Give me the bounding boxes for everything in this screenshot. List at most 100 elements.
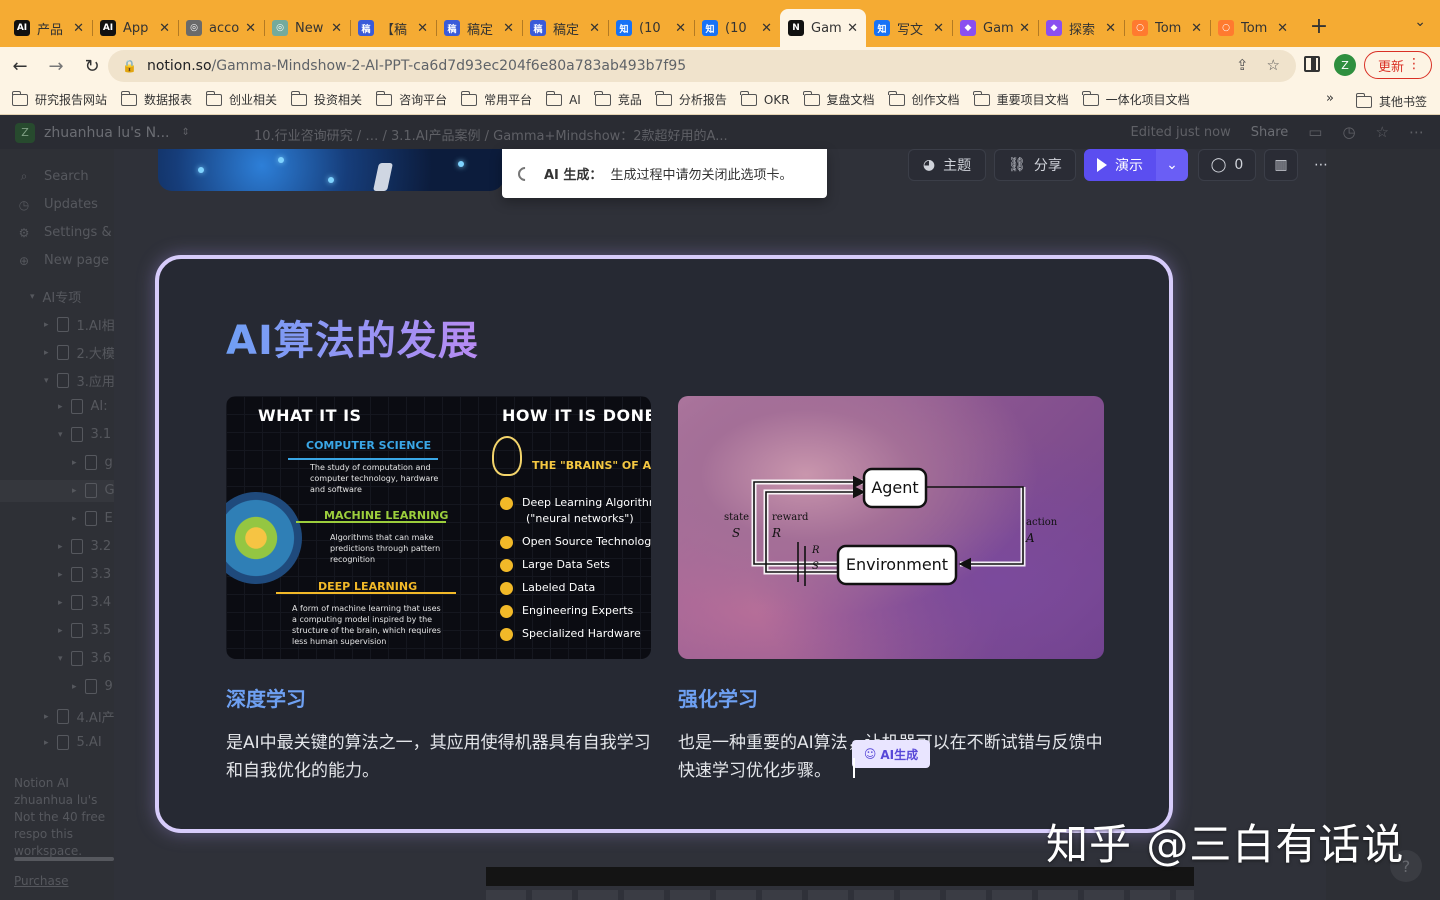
sidebar-page-item[interactable]: ▸ E: [72, 511, 113, 526]
workspace-name[interactable]: zhuanhua lu's N...: [44, 125, 170, 141]
chevron-down-icon[interactable]: ▾: [58, 430, 63, 440]
chevron-right-icon[interactable]: ▸: [58, 626, 63, 636]
browser-tab[interactable]: ○ Tom ✕: [1210, 9, 1296, 47]
analytics-button[interactable]: ▥: [1264, 149, 1298, 181]
favorite-star-icon[interactable]: ☆: [1376, 123, 1389, 141]
browser-tab[interactable]: 知 (10 ✕: [694, 9, 780, 47]
close-tab-icon[interactable]: ✕: [417, 21, 428, 36]
browser-tab[interactable]: ◎ New ✕: [264, 9, 350, 47]
browser-tab[interactable]: 稿稿定 ✕: [436, 9, 522, 47]
browser-tab[interactable]: 知 (10 ✕: [608, 9, 694, 47]
forward-button[interactable]: →: [40, 50, 72, 82]
chevron-right-icon[interactable]: ▸: [58, 542, 63, 552]
chevron-down-icon[interactable]: ▾: [30, 292, 35, 302]
address-bar[interactable]: 🔒 notion.so/Gamma-Mindshow-2-AI-PPT-ca6d…: [108, 50, 1296, 82]
bookmark-folder[interactable]: 研究报告网站: [11, 90, 107, 108]
browser-tab[interactable]: ◎ acco ✕: [178, 9, 264, 47]
sidebar-page-item[interactable]: ▾ 3.应用: [44, 371, 114, 390]
comments-button[interactable]: ◯ 0: [1198, 149, 1256, 181]
browser-tab[interactable]: AI 产品 ✕: [6, 9, 92, 47]
sidebar-page-item[interactable]: ▸ 1.AI相: [44, 315, 114, 334]
reinforcement-learning-diagram-image[interactable]: Agent Environment state S reward R actio…: [678, 396, 1104, 659]
chevron-right-icon[interactable]: ▸: [58, 570, 63, 580]
sidebar-page-item[interactable]: ▸ AI:: [58, 399, 108, 414]
sidebar-page-item[interactable]: ▸ 3.2: [58, 539, 111, 554]
close-tab-icon[interactable]: ✕: [1019, 21, 1030, 36]
update-button[interactable]: 更新 ⋮: [1364, 51, 1432, 79]
browser-tab[interactable]: AI App ✕: [92, 9, 178, 47]
left-heading[interactable]: 深度学习: [226, 683, 306, 712]
reload-button[interactable]: ↻: [76, 50, 108, 82]
close-tab-icon[interactable]: ✕: [1191, 21, 1202, 36]
new-tab-button[interactable]: +: [1302, 10, 1336, 44]
close-tab-icon[interactable]: ✕: [1277, 21, 1288, 36]
history-icon[interactable]: ◷: [1342, 123, 1355, 141]
browser-tab[interactable]: 知写文 ✕: [866, 9, 952, 47]
present-dropdown-button[interactable]: ⌄: [1156, 149, 1188, 181]
bookmark-folder[interactable]: 常用平台: [460, 90, 532, 108]
sidebar-page-item[interactable]: ▸ 5.AI: [44, 735, 102, 750]
sidebar-page-item[interactable]: ▸ 3.5: [58, 623, 111, 638]
bookmark-folder[interactable]: AI: [545, 90, 581, 108]
browser-tab[interactable]: N Gam ✕: [780, 9, 866, 47]
more-options-icon[interactable]: ⋯: [1409, 123, 1424, 141]
close-tab-icon[interactable]: ✕: [933, 21, 944, 36]
bookmark-star-icon[interactable]: ☆: [1267, 56, 1280, 74]
sidebar-page-item[interactable]: ▸ G: [72, 483, 114, 498]
chevron-down-icon[interactable]: ▾: [58, 654, 63, 664]
sidebar-new-page[interactable]: ⊕ New page: [16, 253, 109, 268]
chevron-right-icon[interactable]: ▸: [72, 486, 77, 496]
bookmark-folder[interactable]: 投资相关: [290, 90, 362, 108]
chevron-right-icon[interactable]: ▸: [72, 514, 77, 524]
sidebar-search[interactable]: ⌕ Search: [16, 169, 89, 184]
purchase-link[interactable]: Purchase: [14, 874, 69, 888]
card-title[interactable]: AI算法的发展: [226, 308, 479, 366]
more-menu-icon[interactable]: ⋮: [1407, 56, 1421, 72]
close-tab-icon[interactable]: ✕: [331, 21, 342, 36]
chevron-right-icon[interactable]: ▸: [44, 320, 49, 330]
breadcrumb[interactable]: 10.行业咨询研究 / … / 3.1.AI产品案例 / Gamma+Minds…: [254, 125, 728, 144]
bookmark-folder[interactable]: 咨询平台: [375, 90, 447, 108]
other-bookmarks-folder[interactable]: 其他书签: [1355, 92, 1427, 110]
right-heading[interactable]: 强化学习: [678, 683, 758, 712]
bookmarks-overflow-icon[interactable]: »: [1326, 91, 1334, 106]
share-link[interactable]: Share: [1251, 125, 1289, 140]
sidebar-page-item[interactable]: ▸ 3.4: [58, 595, 111, 610]
browser-tab[interactable]: ◆ 探索 ✕: [1038, 9, 1124, 47]
sidebar-page-item[interactable]: ▸ 3.3: [58, 567, 111, 582]
close-tab-icon[interactable]: ✕: [847, 21, 858, 36]
share-button[interactable]: ⛓ 分享: [994, 149, 1076, 181]
close-tab-icon[interactable]: ✕: [761, 21, 772, 36]
ai-infographic-image[interactable]: WHAT IT IS HOW IT IS DONE COMPUTER SCIEN…: [226, 396, 651, 659]
chevron-right-icon[interactable]: ▸: [72, 458, 77, 468]
bookmark-folder[interactable]: 创作文档: [888, 90, 960, 108]
sidebar-page-item[interactable]: ▾ 3.6: [58, 651, 111, 666]
workspace-switcher-icon[interactable]: ⇕: [182, 127, 190, 138]
chevron-down-icon[interactable]: ▾: [44, 376, 49, 386]
left-paragraph[interactable]: 是AI中最关键的算法之一，其应用使得机器具有自我学习和自我优化的能力。: [226, 729, 656, 785]
chevron-right-icon[interactable]: ▸: [58, 402, 63, 412]
close-tab-icon[interactable]: ✕: [589, 21, 600, 36]
close-tab-icon[interactable]: ✕: [503, 21, 514, 36]
theme-button[interactable]: ◕ 主题: [908, 149, 986, 181]
bookmark-folder[interactable]: 分析报告: [655, 90, 727, 108]
close-tab-icon[interactable]: ✕: [675, 21, 686, 36]
close-tab-icon[interactable]: ✕: [1105, 21, 1116, 36]
bookmark-folder[interactable]: 复盘文档: [803, 90, 875, 108]
chevron-right-icon[interactable]: ▸: [44, 738, 49, 748]
back-button[interactable]: ←: [4, 50, 36, 82]
bookmark-folder[interactable]: 创业相关: [205, 90, 277, 108]
sidebar-updates[interactable]: ◷ Updates: [16, 197, 98, 212]
chevron-right-icon[interactable]: ▸: [44, 348, 49, 358]
sidebar-page-item[interactable]: ▾ 3.1: [58, 427, 111, 442]
chevron-right-icon[interactable]: ▸: [72, 682, 77, 692]
sidebar-page-item[interactable]: ▸ 9: [72, 679, 113, 694]
bookmark-folder[interactable]: 重要项目文档: [973, 90, 1069, 108]
bookmark-folder[interactable]: 竞品: [594, 90, 642, 108]
bookmark-folder[interactable]: 一体化项目文档: [1082, 90, 1190, 108]
sidebar-page-item[interactable]: ▸ 4.AI产: [44, 707, 114, 726]
gamma-more-button[interactable]: ⋯: [1306, 149, 1336, 181]
profile-avatar[interactable]: Z: [1334, 54, 1356, 76]
sidebar-settings[interactable]: ⚙ Settings &: [16, 225, 112, 240]
bookmark-folder[interactable]: 数据报表: [120, 90, 192, 108]
